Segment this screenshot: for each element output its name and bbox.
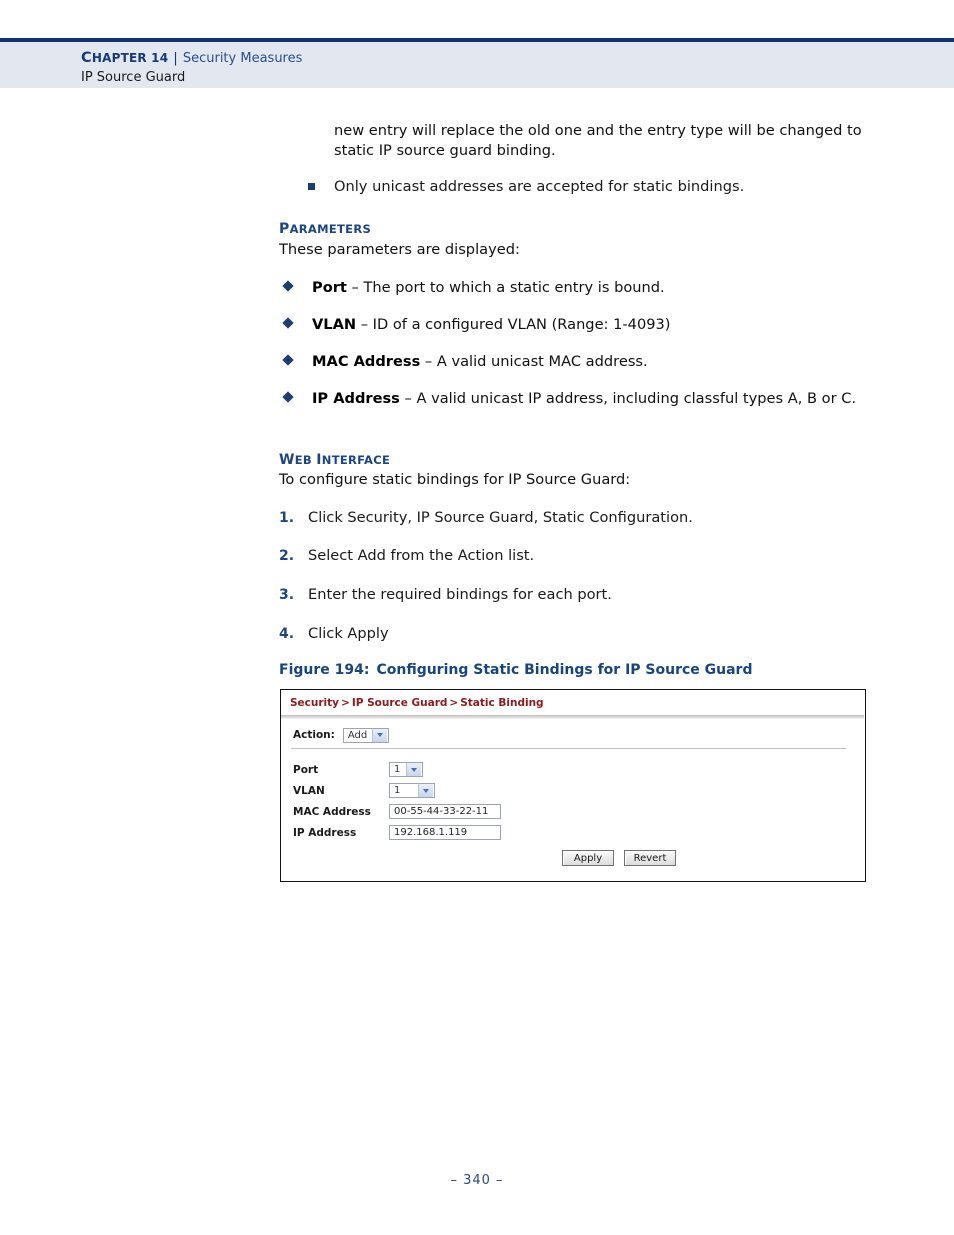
step-label: Click Security, IP Source Guard, Static … xyxy=(308,509,693,526)
parameter-text: VLAN – ID of a configured VLAN (Range: 1… xyxy=(312,315,869,335)
list-item-label: Only unicast addresses are accepted for … xyxy=(334,178,745,195)
parameter-item-vlan: VLAN – ID of a configured VLAN (Range: 1… xyxy=(282,315,869,335)
step-label: Enter the required bindings for each por… xyxy=(308,586,612,603)
header-chapter-line: CHAPTER 14 | Security Measures xyxy=(81,50,302,66)
mac-address-label: MAC Address xyxy=(293,805,371,818)
figure-title: Configuring Static Bindings for IP Sourc… xyxy=(376,662,753,678)
action-divider xyxy=(291,748,846,749)
figure-caption: Figure 194: Configuring Static Bindings f… xyxy=(279,662,752,678)
diamond-bullet-icon xyxy=(282,317,294,329)
step-label: Select Add from the Action list. xyxy=(308,547,535,564)
parameters-heading: PARAMETERS xyxy=(279,221,372,237)
breadcrumb-item-security[interactable]: Security xyxy=(290,697,339,709)
chevron-down-icon xyxy=(418,784,433,797)
breadcrumb-item-ip-source-guard[interactable]: IP Source Guard xyxy=(352,697,448,709)
action-select[interactable]: Add xyxy=(342,727,389,743)
step-number: 3. xyxy=(279,587,295,603)
vlan-select[interactable]: 1 xyxy=(389,783,435,798)
vlan-label: VLAN xyxy=(293,784,325,797)
ip-address-label: IP Address xyxy=(293,826,357,839)
step-2: 2. Select Add from the Action list. xyxy=(279,546,864,566)
revert-button[interactable]: Revert xyxy=(624,850,676,866)
breadcrumb: Security > IP Source Guard > Static Binding xyxy=(290,697,544,709)
parameter-item-port: Port – The port to which a static entry … xyxy=(282,278,869,298)
breadcrumb-item-static-binding[interactable]: Static Binding xyxy=(460,697,543,709)
port-select-value: 1 xyxy=(394,764,401,775)
field-row-mac-address: MAC Address 00-55-44-33-22-11 xyxy=(293,803,501,820)
figure-button-bar: Apply Revert xyxy=(562,850,676,866)
header-section: IP Source Guard xyxy=(81,70,186,85)
parameters-lead: These parameters are displayed: xyxy=(279,241,520,258)
page-number: – 340 – xyxy=(450,1173,504,1188)
parameter-item-ip-address: IP Address – A valid unicast IP address,… xyxy=(282,389,869,409)
breadcrumb-separator: > xyxy=(341,697,350,709)
action-select-value: Add xyxy=(347,729,368,741)
parameter-text: Port – The port to which a static entry … xyxy=(312,278,869,298)
field-row-port: Port 1 xyxy=(293,761,423,778)
chevron-down-icon xyxy=(406,763,421,776)
intro-paragraph: new entry will replace the old one and t… xyxy=(334,122,862,159)
parameter-desc: – A valid unicast IP address, including … xyxy=(399,390,857,407)
step-4: 4. Click Apply xyxy=(279,624,864,644)
mac-address-input[interactable]: 00-55-44-33-22-11 xyxy=(389,804,501,819)
field-row-ip-address: IP Address 192.168.1.119 xyxy=(293,824,501,841)
step-number: 2. xyxy=(279,548,295,564)
parameter-desc: – ID of a configured VLAN (Range: 1-4093… xyxy=(356,316,671,333)
field-row-vlan: VLAN 1 xyxy=(293,782,435,799)
parameter-item-mac-address: MAC Address – A valid unicast MAC addres… xyxy=(282,352,869,372)
header-subject: Security Measures xyxy=(182,51,303,66)
parameter-desc: – A valid unicast MAC address. xyxy=(420,353,648,370)
breadcrumb-separator: > xyxy=(449,697,459,709)
parameter-desc: – The port to which a static entry is bo… xyxy=(346,279,665,296)
step-1: 1. Click Security, IP Source Guard, Stat… xyxy=(279,508,864,528)
figure-number: Figure 194: xyxy=(279,662,370,678)
header-separator: | xyxy=(173,50,178,66)
parameter-text: MAC Address – A valid unicast MAC addres… xyxy=(312,352,869,372)
square-bullet-icon xyxy=(308,183,315,190)
chapter-label: CHAPTER 14 xyxy=(81,50,169,66)
running-header: CHAPTER 14 | Security Measures IP Source G… xyxy=(0,38,954,88)
step-number: 1. xyxy=(279,510,295,526)
ip-address-input[interactable]: 192.168.1.119 xyxy=(389,825,501,840)
web-interface-heading: WEB INTERFACE xyxy=(279,452,391,468)
list-item: Only unicast addresses are accepted for … xyxy=(308,177,868,197)
parameter-text: IP Address – A valid unicast IP address,… xyxy=(312,389,869,409)
parameter-term: Port xyxy=(312,279,347,296)
port-select[interactable]: 1 xyxy=(389,762,423,777)
step-3: 3. Enter the required bindings for each … xyxy=(279,585,864,605)
parameter-term: MAC Address xyxy=(312,353,421,370)
port-label: Port xyxy=(293,763,319,776)
parameter-term: IP Address xyxy=(312,390,400,407)
diamond-bullet-icon xyxy=(282,391,294,403)
step-label: Click Apply xyxy=(308,625,389,642)
action-label: Action: xyxy=(293,729,335,741)
action-row: Action: Add xyxy=(293,727,389,743)
web-interface-lead: To configure static bindings for IP Sour… xyxy=(279,471,631,488)
apply-button[interactable]: Apply xyxy=(562,850,614,866)
chevron-down-icon xyxy=(371,728,387,742)
vlan-select-value: 1 xyxy=(394,785,401,796)
parameter-term: VLAN xyxy=(312,316,357,333)
figure-screenshot-panel: Security > IP Source Guard > Static Binding … xyxy=(280,689,866,882)
step-number: 4. xyxy=(279,626,295,642)
diamond-bullet-icon xyxy=(282,354,294,366)
breadcrumb-divider xyxy=(281,715,864,719)
diamond-bullet-icon xyxy=(282,280,294,292)
